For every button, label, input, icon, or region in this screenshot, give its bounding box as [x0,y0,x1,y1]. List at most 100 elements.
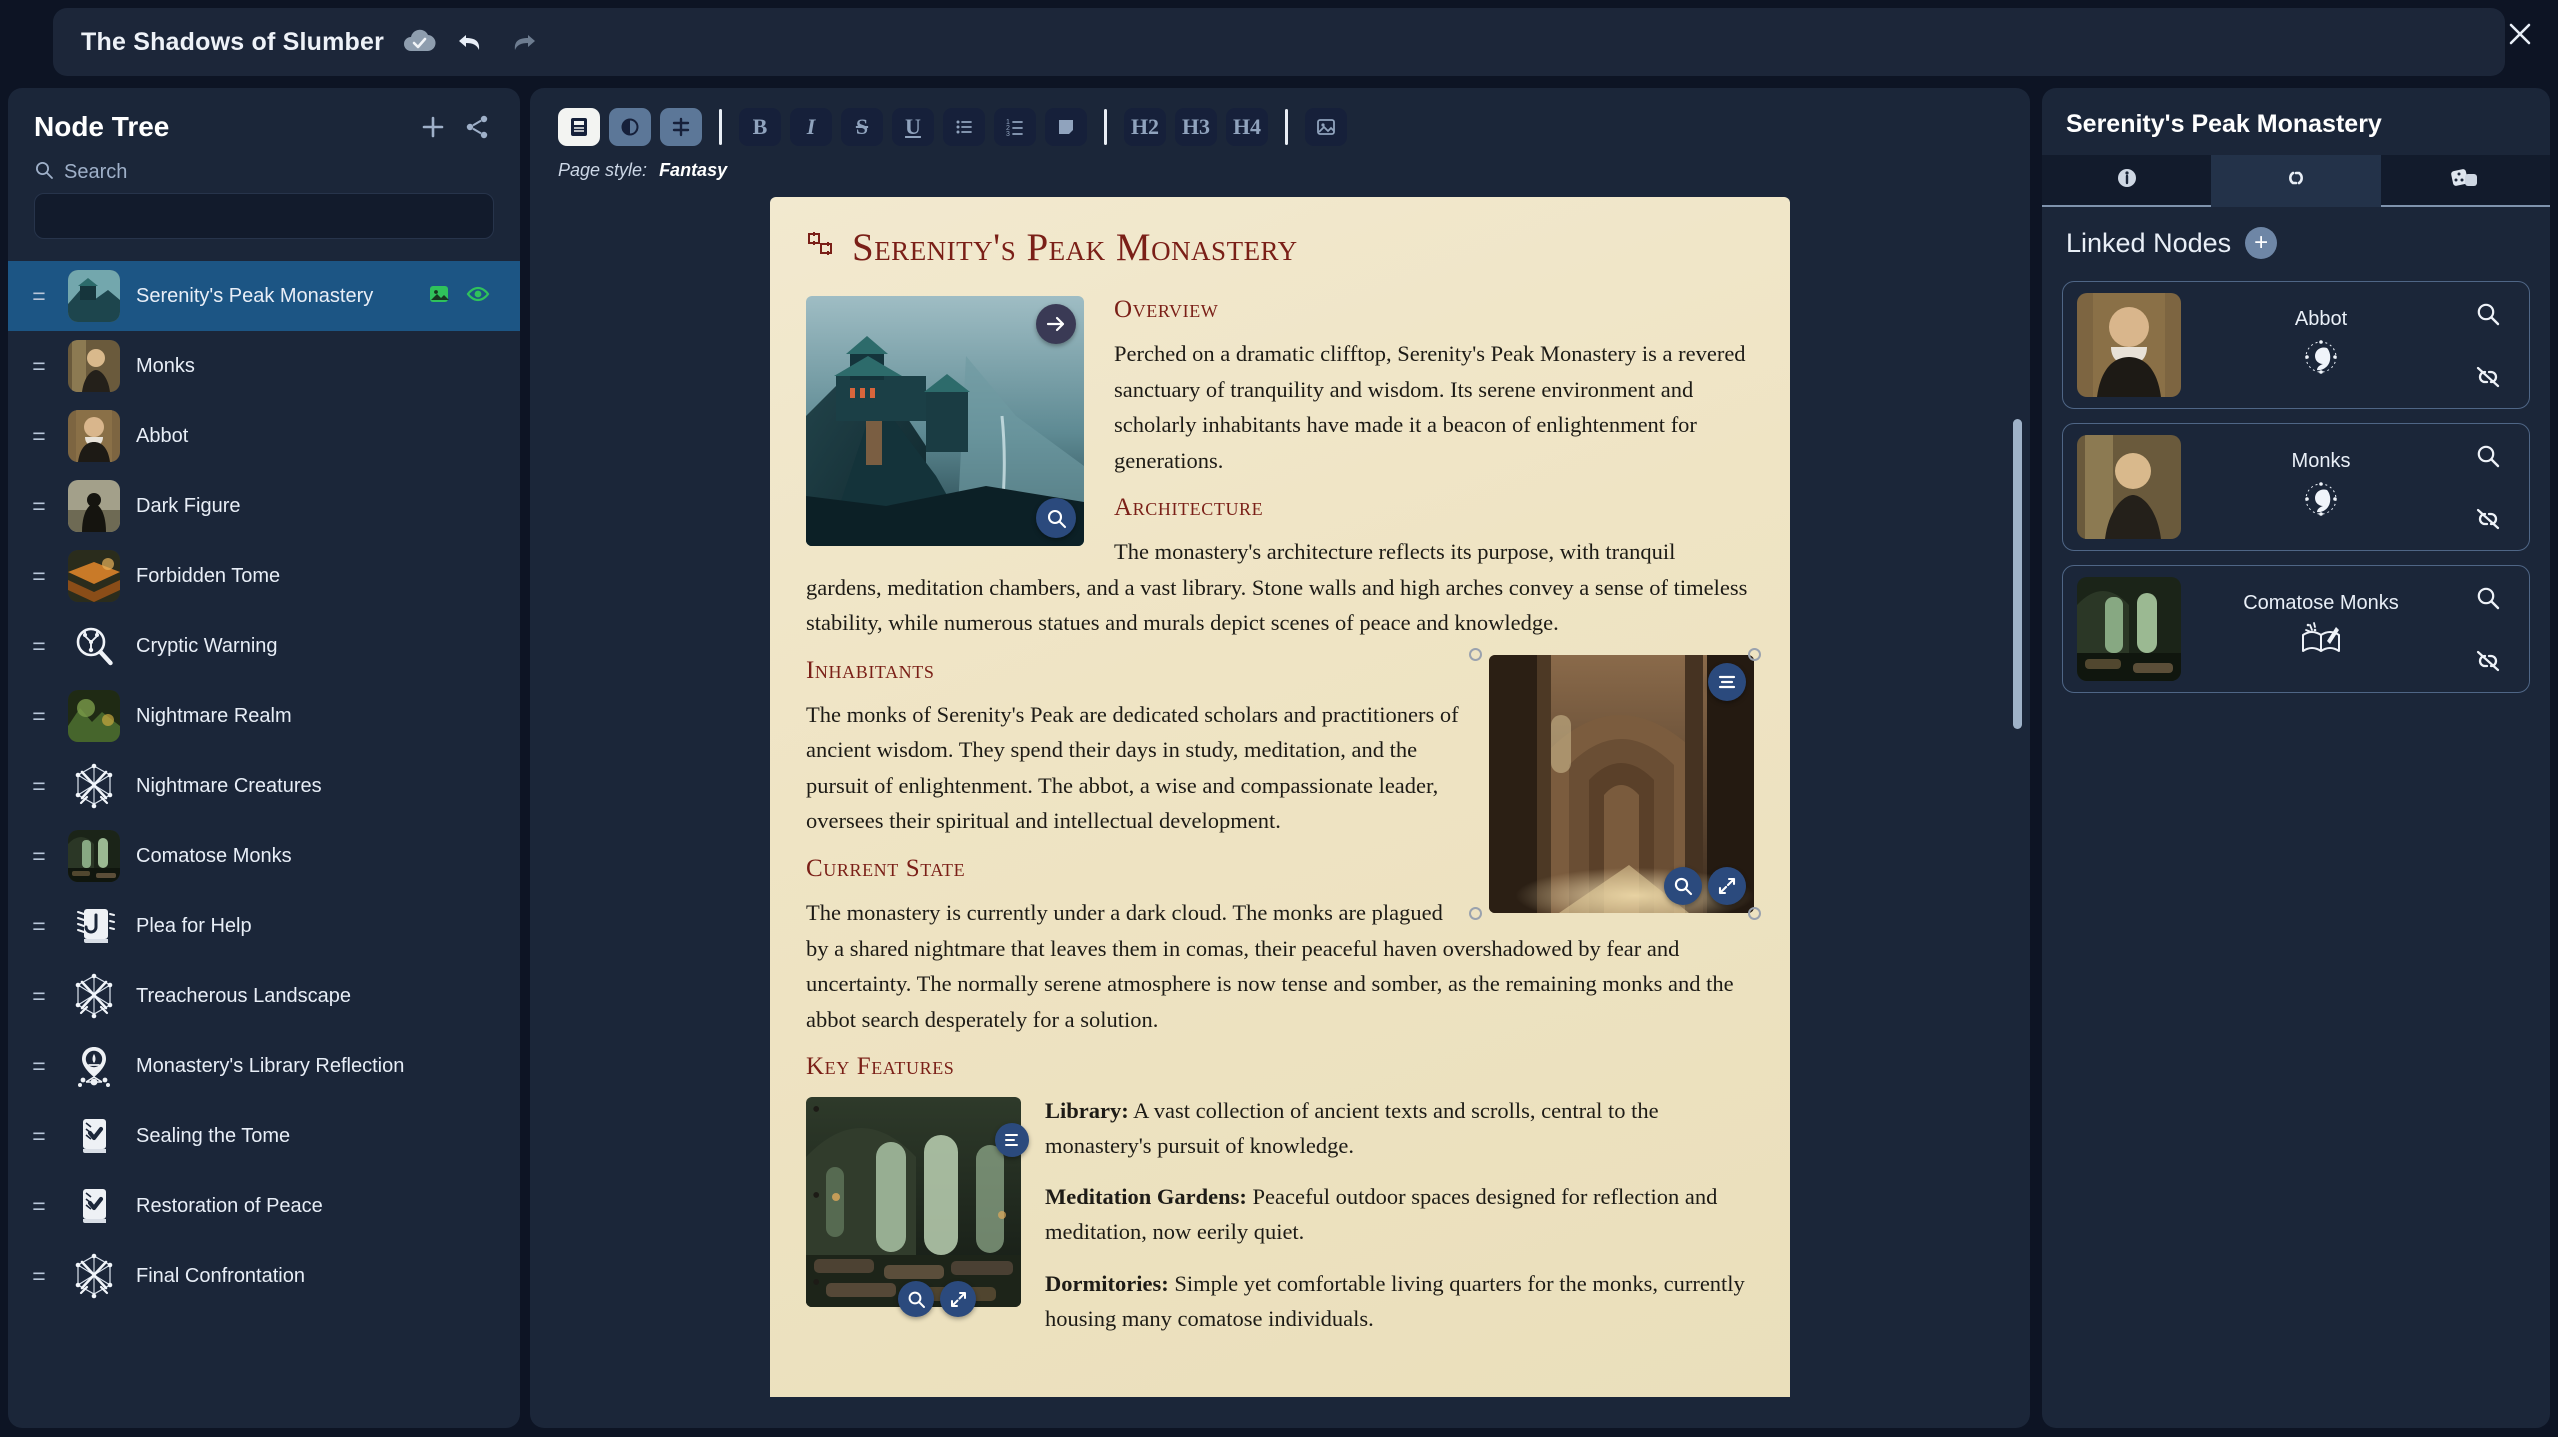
view-page-button[interactable] [558,108,600,146]
heading-3-button[interactable]: H3 [1175,108,1217,146]
drag-handle-icon[interactable]: = [26,284,52,308]
drag-handle-icon[interactable]: = [26,844,52,868]
page-style-value[interactable]: Fantasy [659,160,727,180]
monastery-cliff-image[interactable] [806,296,1084,546]
heading-key-features: Key Features [806,1053,955,1081]
search-icon[interactable] [2475,443,2501,469]
drag-handle-icon[interactable]: = [26,424,52,448]
drag-handle-icon[interactable]: = [26,774,52,798]
linked-node-label: Monks [2291,450,2351,472]
italic-button[interactable]: I [790,108,832,146]
unlink-icon[interactable] [2474,365,2502,389]
book-hook-icon [68,900,120,952]
linked-node-actions [2461,577,2515,681]
sidebar-item-nightmare-realm[interactable]: = Nightmare Realm [8,681,520,751]
bullet-list-icon[interactable] [943,108,985,146]
insert-image-button[interactable] [1305,108,1347,146]
sidebar-item-cryptic-warning[interactable]: = Cryptic Warning [8,611,520,681]
bold-button[interactable]: B [739,108,781,146]
zoom-icon[interactable] [1036,498,1076,538]
undo-icon[interactable] [454,27,488,57]
drag-handle-icon[interactable]: = [26,914,52,938]
cloud-check-icon[interactable] [402,29,436,55]
expand-icon[interactable] [1708,866,1746,905]
key-feature-term: Library: [1045,1098,1129,1124]
linked-node-card[interactable]: Comatose Monks [2062,565,2530,693]
align-icon[interactable] [1708,662,1746,701]
zoom-icon[interactable] [1664,866,1702,905]
node-list[interactable]: = Serenity's Peak Monastery = Monks = Abbot = D… [8,261,520,1428]
numbered-list-icon[interactable]: 123 [994,108,1036,146]
sidebar-item-treacherous-landscape[interactable]: = Treacherous Landscape [8,961,520,1031]
crossed-swords-icon [68,970,120,1022]
drag-handle-icon[interactable]: = [26,1264,52,1288]
key-feature-item: Library: A vast collection of ancient te… [806,1092,1754,1163]
sidebar-item-label: Cryptic Warning [136,634,278,657]
resize-handle-tl[interactable] [1469,647,1482,661]
view-contrast-button[interactable] [609,108,651,146]
sidebar-item-nightmare-creatures[interactable]: = Nightmare Creatures [8,751,520,821]
tab-info[interactable] [2042,155,2212,207]
add-link-button[interactable]: + [2245,227,2278,259]
resize-handle-br[interactable] [1748,906,1761,920]
add-node-button[interactable] [416,110,450,144]
page-title-text: Serenity's Peak Monastery [852,226,1298,269]
sidebar-item-label: Sealing the Tome [136,1124,291,1147]
linked-node-card[interactable]: Monks [2062,423,2530,551]
close-button[interactable] [2496,10,2544,58]
sidebar-item-sealing-the-tome[interactable]: = Sealing the Tome [8,1101,520,1171]
sidebar-item-label: Final Confrontation [136,1264,305,1287]
unlink-icon[interactable] [2474,649,2502,673]
sidebar-item-plea-for-help[interactable]: = Plea for Help [8,891,520,961]
sidebar-item-restoration-of-peace[interactable]: = Restoration of Peace [8,1171,520,1241]
drag-handle-icon[interactable]: = [26,1054,52,1078]
drag-handle-icon[interactable]: = [26,494,52,518]
heading-2-button[interactable]: H2 [1124,108,1166,146]
drag-handle-icon[interactable]: = [26,1194,52,1218]
drag-handle-icon[interactable]: = [26,564,52,588]
eye-icon[interactable] [466,283,490,310]
drag-handle-icon[interactable]: = [26,634,52,658]
sidebar-item-comatose-monks[interactable]: = Comatose Monks [8,821,520,891]
sidebar-item-monastery-s-library-reflection[interactable]: = Monastery's Library Reflection [8,1031,520,1101]
details-tabs[interactable] [2042,155,2550,207]
resize-handle-bl[interactable] [1469,906,1482,920]
search-input[interactable] [34,193,494,239]
linked-node-card[interactable]: Abbot [2062,281,2530,409]
linked-node-actions [2461,293,2515,397]
sidebar-item-forbidden-tome[interactable]: = Forbidden Tome [8,541,520,611]
sidebar-item-final-confrontation[interactable]: = Final Confrontation [8,1241,520,1311]
cathedral-hall-image[interactable] [1469,647,1761,920]
strikethrough-button[interactable]: S [841,108,883,146]
tab-links[interactable] [2211,155,2381,207]
search-icon[interactable] [2475,585,2501,611]
resize-handle-tr[interactable] [1748,647,1761,661]
unlink-icon[interactable] [2474,507,2502,531]
share-icon[interactable] [460,110,494,144]
key-feature-item: Dormitories: Simple yet comfortable livi… [806,1265,1754,1336]
drag-handle-icon[interactable]: = [26,354,52,378]
view-layout-button[interactable] [660,108,702,146]
image-icon[interactable] [428,283,450,310]
sidebar-title: Node Tree [34,111,170,142]
formatting-toolbar[interactable]: B I S U 123 H2 H3 H4 [530,88,2030,146]
sidebar-item-dark-figure[interactable]: = Dark Figure [8,471,520,541]
search-icon [34,160,54,185]
redo-icon[interactable] [506,27,540,57]
note-icon[interactable] [1045,108,1087,146]
sidebar-item-serenity-s-peak-monastery[interactable]: = Serenity's Peak Monastery [8,261,520,331]
key-feature-text: A vast collection of ancient texts and s… [1045,1098,1659,1159]
search-icon[interactable] [2475,301,2501,327]
heading-4-button[interactable]: H4 [1226,108,1268,146]
sidebar-item-monks[interactable]: = Monks [8,331,520,401]
editor-scrollbar[interactable] [2013,419,2022,729]
drag-handle-icon[interactable]: = [26,984,52,1008]
document-page[interactable]: Serenity's Peak Monastery Overview Perch… [770,197,1790,1397]
underline-button[interactable]: U [892,108,934,146]
arrow-right-icon[interactable] [1036,304,1076,344]
toolbar-divider-2 [1104,109,1107,145]
tab-dice[interactable] [2380,155,2550,207]
sidebar-item-abbot[interactable]: = Abbot [8,401,520,471]
drag-handle-icon[interactable]: = [26,1124,52,1148]
drag-handle-icon[interactable]: = [26,704,52,728]
